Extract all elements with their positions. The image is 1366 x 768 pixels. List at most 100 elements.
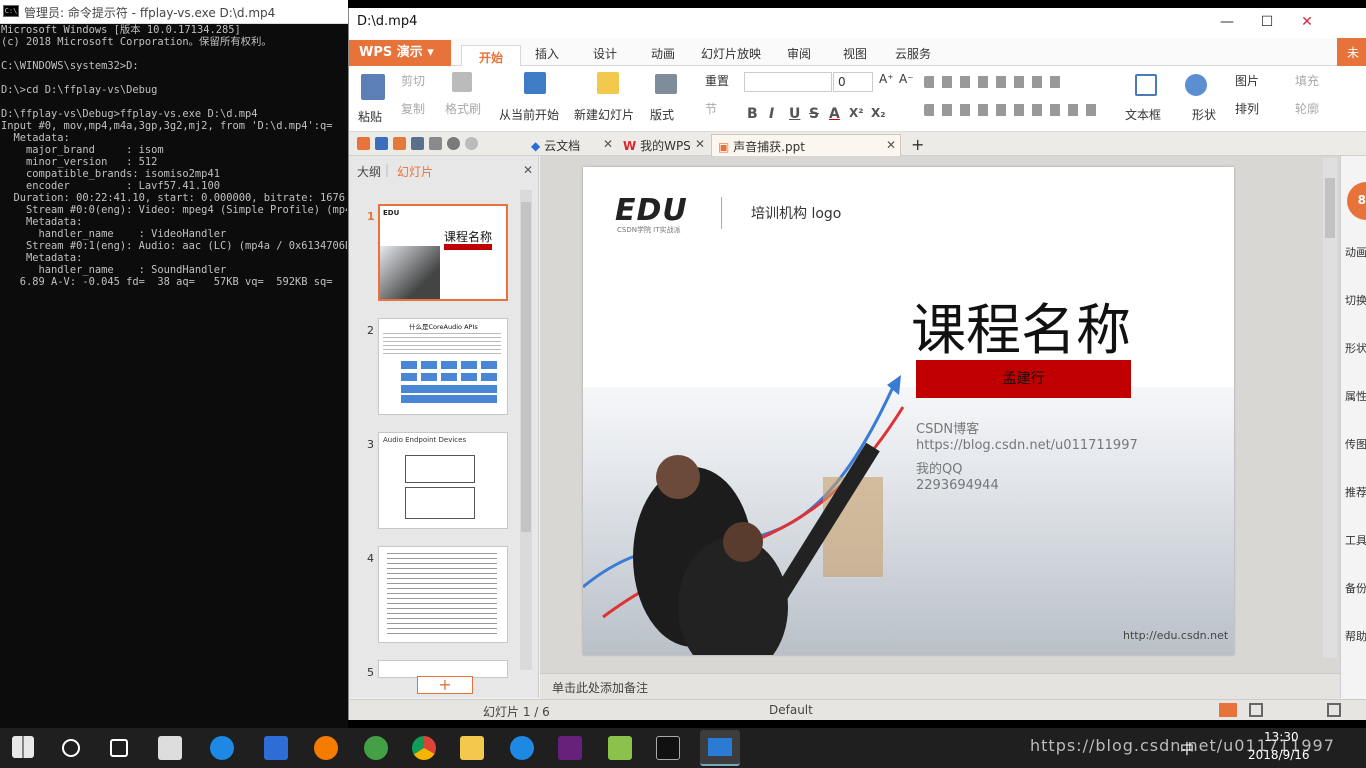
console-titlebar[interactable]: C:\ 管理员: 命令提示符 - ffplay-vs.exe D:\d.mp4	[0, 0, 348, 24]
clock-time[interactable]: 13:30	[1264, 730, 1299, 744]
normal-view-icon[interactable]	[1219, 703, 1237, 717]
cortana-icon[interactable]	[62, 739, 80, 757]
wps-menu-button[interactable]: WPS 演示 ▾	[349, 40, 451, 66]
close-tab-icon[interactable]: ✕	[886, 138, 896, 152]
outline-tab[interactable]: 大纲	[357, 163, 381, 180]
doc-tab-ppt[interactable]: ▣ 声音捕获.ppt ✕	[711, 134, 901, 156]
add-slide-button[interactable]: +	[417, 676, 473, 694]
file-explorer-icon[interactable]	[460, 736, 484, 760]
tab-design[interactable]: 设计	[593, 45, 617, 62]
shape-button[interactable]: 形状	[1192, 106, 1216, 123]
qq-label[interactable]: 我的QQ	[916, 458, 962, 477]
current-slide[interactable]: EDU CSDN学院 IT实战派 培训机构 logo 课程名称 孟建行 CSDN…	[583, 167, 1234, 655]
minimize-button[interactable]: —	[1207, 14, 1247, 30]
layout-button[interactable]: 版式	[650, 106, 674, 123]
undo-icon[interactable]	[447, 137, 460, 150]
tools-button[interactable]: 工具	[1345, 532, 1366, 548]
paste-button[interactable]: 粘贴	[358, 108, 382, 125]
firefox-icon[interactable]	[314, 736, 338, 760]
right-menu-button[interactable]: 未	[1337, 38, 1366, 66]
superscript-button[interactable]: X²	[849, 106, 864, 120]
shape-pane-button[interactable]: 形状	[1345, 340, 1366, 356]
chrome-icon[interactable]	[412, 736, 436, 760]
slide-thumbnail-1[interactable]: EDU 课程名称	[378, 204, 508, 301]
tab-animation[interactable]: 动画	[651, 45, 675, 62]
underline-button[interactable]: U	[789, 106, 800, 122]
outline-button[interactable]: 轮廓	[1295, 100, 1319, 117]
fill-button[interactable]: 填充	[1295, 72, 1319, 89]
redo-icon[interactable]	[465, 137, 478, 150]
property-pane-button[interactable]: 属性	[1345, 388, 1366, 404]
menu-icon[interactable]	[357, 137, 370, 150]
wps-window[interactable]: D:\d.mp4 — ☐ ✕ WPS 演示 ▾ 开始 插入 设计 动画 幻灯片放…	[348, 8, 1366, 720]
close-panel-icon[interactable]: ✕	[523, 163, 533, 177]
copy-button[interactable]: 复制	[401, 100, 425, 117]
tab-slideshow[interactable]: 幻灯片放映	[701, 45, 761, 62]
cut-button[interactable]: 剪切	[401, 72, 425, 89]
subscript-button[interactable]: X₂	[871, 106, 886, 120]
backup-button[interactable]: 备份	[1345, 580, 1366, 596]
doc-tab-cloud[interactable]: ◆ 云文档 ✕	[525, 134, 617, 156]
wps-titlebar[interactable]: D:\d.mp4 — ☐ ✕	[349, 8, 1366, 38]
editor-scrollbar[interactable]	[1323, 158, 1337, 658]
font-color-button[interactable]: A	[829, 106, 840, 122]
visual-studio-icon[interactable]	[558, 736, 582, 760]
save-icon[interactable]	[375, 137, 388, 150]
windows-start-icon[interactable]	[12, 736, 34, 758]
slides-scrollbar[interactable]	[520, 190, 532, 670]
blog-url[interactable]: https://blog.csdn.net/u011711997	[916, 438, 1138, 453]
reset-button[interactable]: 重置	[705, 72, 729, 89]
tab-insert[interactable]: 插入	[535, 45, 559, 62]
pinwheel-icon[interactable]	[158, 736, 182, 760]
slide-sorter-icon[interactable]	[1249, 703, 1263, 717]
italic-button[interactable]: I	[769, 106, 774, 122]
help-button[interactable]: 帮助	[1345, 628, 1366, 644]
slides-tab[interactable]: 幻灯片	[397, 163, 433, 180]
console-window[interactable]: C:\ 管理员: 命令提示符 - ffplay-vs.exe D:\d.mp4 …	[0, 0, 348, 728]
tab-review[interactable]: 审阅	[787, 45, 811, 62]
print-icon[interactable]	[411, 137, 424, 150]
play-from-current-button[interactable]: 从当前开始	[499, 106, 559, 123]
help-icon[interactable]	[510, 736, 534, 760]
slide-editing-area[interactable]: EDU CSDN学院 IT实战派 培训机构 logo 课程名称 孟建行 CSDN…	[540, 156, 1340, 673]
font-size-select[interactable]: 0	[833, 72, 873, 92]
badge[interactable]: 81	[1347, 182, 1366, 220]
new-slide-button[interactable]: 新建幻灯片	[574, 106, 634, 123]
transition-pane-button[interactable]: 切换	[1345, 292, 1366, 308]
new-tab-button[interactable]: +	[905, 132, 930, 154]
strikethrough-button[interactable]: S	[809, 106, 819, 122]
textbox-button[interactable]: 文本框	[1125, 106, 1161, 123]
slide-thumbnail-3[interactable]: Audio Endpoint Devices	[378, 432, 508, 529]
tab-view[interactable]: 视图	[843, 45, 867, 62]
notepadpp-icon[interactable]	[608, 736, 632, 760]
close-button[interactable]: ✕	[1287, 14, 1327, 30]
wps-presentation-taskbar-button[interactable]	[700, 730, 740, 766]
close-tab-icon[interactable]: ✕	[603, 137, 613, 151]
doc-tab-mywps[interactable]: W 我的WPS ✕	[617, 134, 709, 156]
tab-cloud[interactable]: 云服务	[895, 45, 931, 62]
course-title[interactable]: 课程名称	[911, 285, 1131, 365]
bold-button[interactable]: B	[747, 106, 758, 122]
blog-label[interactable]: CSDN博客	[916, 418, 979, 437]
cmd-icon[interactable]	[656, 736, 680, 760]
ie-icon[interactable]	[210, 736, 234, 760]
close-tab-icon[interactable]: ✕	[695, 137, 705, 151]
font-family-select[interactable]	[744, 72, 832, 92]
recommend-button[interactable]: 推荐	[1345, 484, 1366, 500]
section-button[interactable]: 节	[705, 100, 717, 117]
presenter-banner[interactable]: 孟建行	[916, 360, 1131, 398]
qq-number[interactable]: 2293694944	[916, 478, 999, 493]
maximize-button[interactable]: ☐	[1247, 14, 1287, 30]
feishu-icon[interactable]	[264, 736, 288, 760]
notes-area[interactable]: 单击此处添加备注	[540, 673, 1340, 699]
ime-indicator[interactable]: 中	[1180, 739, 1194, 759]
picture-button[interactable]: 图片	[1235, 72, 1259, 89]
shrink-font-button[interactable]: A⁻	[899, 72, 914, 86]
clock-date[interactable]: 2018/9/16	[1248, 748, 1310, 762]
task-view-icon[interactable]	[110, 739, 128, 757]
arrange-button[interactable]: 排列	[1235, 100, 1259, 117]
360-browser-icon[interactable]	[364, 736, 388, 760]
slide-thumbnail-4[interactable]	[378, 546, 508, 643]
export-pdf-icon[interactable]	[393, 137, 406, 150]
format-painter-button[interactable]: 格式刷	[445, 100, 481, 117]
